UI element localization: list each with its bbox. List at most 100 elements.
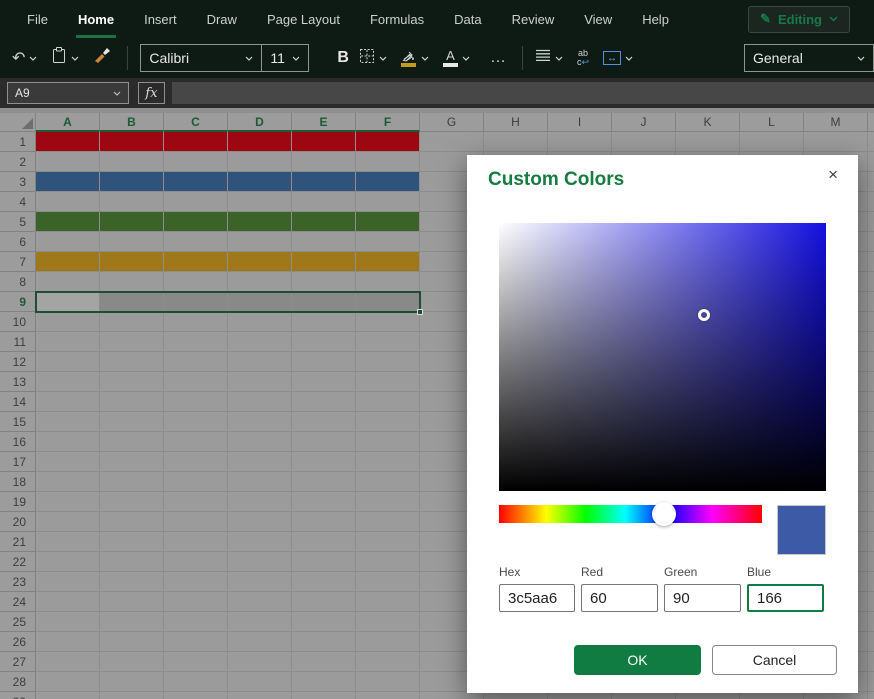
cell-C4[interactable] (164, 192, 228, 212)
cell-B11[interactable] (100, 332, 164, 352)
cell-A29[interactable] (36, 692, 100, 699)
cell-F19[interactable] (356, 492, 420, 512)
cell-F28[interactable] (356, 672, 420, 692)
cell-F29[interactable] (356, 692, 420, 699)
column-header-K[interactable]: K (676, 113, 740, 132)
cell-D17[interactable] (228, 452, 292, 472)
cell-C26[interactable] (164, 632, 228, 652)
cell-F9[interactable] (356, 292, 420, 312)
cell-x6[interactable] (868, 232, 874, 252)
cell-E2[interactable] (292, 152, 356, 172)
paste-button[interactable] (51, 47, 79, 69)
borders-button[interactable] (359, 48, 387, 69)
wrap-text-button[interactable]: ab c↩ (577, 49, 589, 68)
cell-B21[interactable] (100, 532, 164, 552)
row-header-29[interactable]: 29 (0, 692, 36, 699)
row-header-28[interactable]: 28 (0, 672, 36, 692)
cell-x9[interactable] (868, 292, 874, 312)
column-header-E[interactable]: E (292, 113, 356, 132)
cell-C6[interactable] (164, 232, 228, 252)
cell-F17[interactable] (356, 452, 420, 472)
cell-J29[interactable] (612, 692, 676, 699)
chevron-down-icon[interactable] (379, 56, 387, 61)
row-header-11[interactable]: 11 (0, 332, 36, 352)
row-header-15[interactable]: 15 (0, 412, 36, 432)
cell-D29[interactable] (228, 692, 292, 699)
cell-E25[interactable] (292, 612, 356, 632)
cell-D15[interactable] (228, 412, 292, 432)
font-color-button[interactable]: A (443, 49, 470, 67)
cell-F6[interactable] (356, 232, 420, 252)
cell-x7[interactable] (868, 252, 874, 272)
cell-A10[interactable] (36, 312, 100, 332)
chevron-down-icon[interactable] (71, 56, 79, 61)
cell-E1[interactable] (292, 132, 356, 152)
cell-C13[interactable] (164, 372, 228, 392)
cell-A20[interactable] (36, 512, 100, 532)
cell-x24[interactable] (868, 592, 874, 612)
cell-A17[interactable] (36, 452, 100, 472)
row-header-12[interactable]: 12 (0, 352, 36, 372)
cell-D14[interactable] (228, 392, 292, 412)
cell-A25[interactable] (36, 612, 100, 632)
chevron-down-icon[interactable] (625, 56, 633, 61)
green-input[interactable] (664, 584, 741, 612)
cell-F18[interactable] (356, 472, 420, 492)
saturation-brightness-field[interactable] (499, 223, 826, 491)
column-header-C[interactable]: C (164, 113, 228, 132)
cell-C14[interactable] (164, 392, 228, 412)
tab-formulas[interactable]: Formulas (355, 0, 439, 38)
chevron-down-icon[interactable] (113, 91, 121, 96)
cell-M1[interactable] (804, 132, 868, 152)
hue-slider-thumb[interactable] (652, 502, 676, 526)
merge-cells-button[interactable]: ↔ (603, 51, 633, 65)
cell-E17[interactable] (292, 452, 356, 472)
cell-F3[interactable] (356, 172, 420, 192)
cell-G1[interactable] (420, 132, 484, 152)
cell-B1[interactable] (100, 132, 164, 152)
cell-x4[interactable] (868, 192, 874, 212)
cell-E7[interactable] (292, 252, 356, 272)
cell-B20[interactable] (100, 512, 164, 532)
column-header-D[interactable]: D (228, 113, 292, 132)
cell-E6[interactable] (292, 232, 356, 252)
cell-x15[interactable] (868, 412, 874, 432)
cell-x27[interactable] (868, 652, 874, 672)
bold-button[interactable]: B (337, 49, 349, 67)
row-header-21[interactable]: 21 (0, 532, 36, 552)
cell-M29[interactable] (804, 692, 868, 699)
number-format-select[interactable]: General (744, 44, 874, 72)
cell-E8[interactable] (292, 272, 356, 292)
cell-B12[interactable] (100, 352, 164, 372)
cell-G29[interactable] (420, 692, 484, 699)
cell-x8[interactable] (868, 272, 874, 292)
cell-A18[interactable] (36, 472, 100, 492)
row-header-16[interactable]: 16 (0, 432, 36, 452)
cell-F11[interactable] (356, 332, 420, 352)
font-size-select[interactable]: 11 (262, 44, 309, 72)
tab-page-layout[interactable]: Page Layout (252, 0, 355, 38)
cell-F7[interactable] (356, 252, 420, 272)
cell-B18[interactable] (100, 472, 164, 492)
cell-E19[interactable] (292, 492, 356, 512)
cell-D13[interactable] (228, 372, 292, 392)
cell-D1[interactable] (228, 132, 292, 152)
cell-B16[interactable] (100, 432, 164, 452)
cell-B9[interactable] (100, 292, 164, 312)
row-header-18[interactable]: 18 (0, 472, 36, 492)
cell-B28[interactable] (100, 672, 164, 692)
cell-D5[interactable] (228, 212, 292, 232)
cell-D4[interactable] (228, 192, 292, 212)
editing-mode-button[interactable]: ✎ Editing (748, 6, 850, 33)
row-header-7[interactable]: 7 (0, 252, 36, 272)
chevron-down-icon[interactable] (421, 56, 429, 61)
tab-data[interactable]: Data (439, 0, 496, 38)
cell-B6[interactable] (100, 232, 164, 252)
cell-x2[interactable] (868, 152, 874, 172)
cell-D12[interactable] (228, 352, 292, 372)
cell-A6[interactable] (36, 232, 100, 252)
cell-F13[interactable] (356, 372, 420, 392)
cell-C10[interactable] (164, 312, 228, 332)
formula-input[interactable] (172, 82, 874, 104)
cell-C5[interactable] (164, 212, 228, 232)
